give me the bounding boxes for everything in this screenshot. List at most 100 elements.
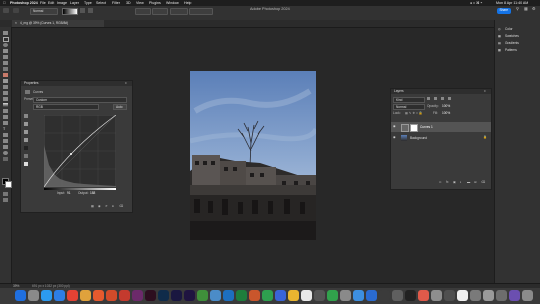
gradient-type-icon[interactable] [80, 8, 85, 13]
quick-mask-icon[interactable] [3, 192, 8, 196]
after-effects-icon[interactable] [171, 290, 182, 301]
vscode-icon[interactable] [54, 290, 65, 301]
firefox-icon[interactable] [106, 290, 117, 301]
opacity-control[interactable] [135, 8, 151, 15]
visibility-eye-icon[interactable]: ◉ [393, 135, 396, 139]
lock-icons[interactable]: ▦ ✎ ✥ □ 🔒 [405, 111, 423, 115]
lightroom-icon[interactable] [132, 290, 143, 301]
gradient-style-icon[interactable] [88, 8, 93, 13]
folder-icon[interactable] [483, 290, 494, 301]
layers-menu-icon[interactable]: ≡ [484, 89, 486, 93]
preview-icon[interactable] [431, 290, 442, 301]
app-icon-blue-2[interactable] [366, 290, 377, 301]
pen-tool-icon[interactable] [3, 121, 8, 125]
new-group-icon[interactable]: ▬ [467, 180, 470, 184]
menu-3d[interactable]: 3D [126, 1, 131, 5]
document-canvas[interactable] [190, 71, 316, 240]
menu-filter[interactable]: Filter [112, 1, 120, 5]
trash-icon[interactable] [522, 290, 533, 301]
rectangle-tool-icon[interactable] [3, 139, 8, 143]
app-icon-green[interactable] [197, 290, 208, 301]
output-value[interactable]: 188 [90, 191, 95, 195]
draw-curve-icon[interactable] [24, 130, 28, 134]
path-select-tool-icon[interactable] [3, 133, 8, 137]
menu-view[interactable]: View [136, 1, 144, 5]
app-icon-gray-2[interactable] [444, 290, 455, 301]
lasso-tool-icon[interactable] [3, 43, 8, 47]
black-point-eyedropper-icon[interactable] [24, 146, 28, 150]
preset-dropdown[interactable]: Custom [33, 97, 127, 103]
layer-row-background[interactable]: ◉ Background 🔒 [391, 133, 491, 143]
app-icon-dark[interactable] [314, 290, 325, 301]
properties-titlebar[interactable]: Properties ≡ [21, 81, 132, 86]
app-icon-black[interactable] [405, 290, 416, 301]
channel-dropdown[interactable]: RGB [33, 104, 99, 110]
smooth-curve-icon[interactable] [24, 138, 28, 142]
tab-close-icon[interactable]: × [15, 21, 17, 25]
notes-icon[interactable] [80, 290, 91, 301]
method-dropdown[interactable] [189, 8, 213, 15]
move-tool-icon[interactable] [3, 31, 8, 35]
gradient-tool-icon[interactable] [3, 103, 8, 107]
filezilla-icon[interactable] [93, 290, 104, 301]
view-previous-icon[interactable]: ◉ [98, 204, 101, 208]
share-button[interactable]: Share [497, 8, 511, 14]
blur-tool-icon[interactable] [3, 109, 8, 113]
layer-mask-thumbnail[interactable] [410, 124, 418, 132]
transparency-toggle[interactable] [170, 8, 188, 15]
on-image-adjust-icon[interactable] [24, 114, 28, 118]
curves-graph[interactable] [44, 115, 116, 187]
delete-icon[interactable]: ⌫ [119, 204, 124, 208]
settings-app-icon[interactable] [340, 290, 351, 301]
delete-layer-icon[interactable]: ⌫ [481, 180, 486, 184]
screen-mode-icon[interactable] [3, 198, 8, 202]
app-menu[interactable]: Photoshop 2024 [10, 1, 38, 5]
zoom-app-icon[interactable] [275, 290, 286, 301]
app-icon-gray[interactable] [392, 290, 403, 301]
menu-image[interactable]: Image [57, 1, 67, 5]
object-select-tool-icon[interactable] [3, 49, 8, 53]
tool-preset-icon[interactable] [13, 8, 19, 13]
auto-button[interactable]: Auto [113, 104, 127, 110]
menu-window[interactable]: Window [166, 1, 179, 5]
search-icon[interactable]: ⚲ [516, 7, 519, 12]
launchpad-icon[interactable] [28, 290, 39, 301]
photoshop-icon[interactable] [158, 290, 169, 301]
app-icon-red[interactable] [119, 290, 130, 301]
edit-points-icon[interactable] [24, 122, 28, 126]
calendar-icon[interactable] [301, 290, 312, 301]
more-tools-icon[interactable] [3, 157, 8, 161]
clip-to-layer-icon[interactable]: ▦ [91, 204, 94, 208]
premiere-icon[interactable] [184, 290, 195, 301]
app-icon-green-2[interactable] [262, 290, 273, 301]
eraser-tool-icon[interactable] [3, 97, 8, 101]
app-icon-yellow[interactable] [288, 290, 299, 301]
layer-filter-dropdown[interactable]: Kind [393, 97, 425, 103]
powerpoint-icon[interactable] [249, 290, 260, 301]
healing-brush-tool-icon[interactable] [3, 73, 8, 77]
new-layer-icon[interactable]: ⊞ [474, 180, 477, 184]
fill-value[interactable]: 100% [442, 111, 450, 115]
app-icon-gray-3[interactable] [496, 290, 507, 301]
menu-select[interactable]: Select [96, 1, 106, 5]
word-icon[interactable] [223, 290, 234, 301]
illustrator-icon[interactable] [145, 290, 156, 301]
menu-plugins[interactable]: Plugins [149, 1, 161, 5]
app-icon-purple[interactable] [509, 290, 520, 301]
type-tool-icon[interactable]: T [3, 127, 8, 131]
clone-stamp-tool-icon[interactable] [3, 85, 8, 89]
messages-icon[interactable] [327, 290, 338, 301]
background-color-swatch[interactable] [5, 181, 12, 188]
app-icon-red-2[interactable] [418, 290, 429, 301]
reset-icon[interactable]: ↺ [105, 204, 108, 208]
layers-titlebar[interactable]: Layers ≡ [391, 89, 491, 94]
menubar-status-icons[interactable]: ● □ ⌘ ◓ [470, 1, 482, 5]
menu-layer[interactable]: Layer [70, 1, 79, 5]
document-tab[interactable]: × 4_mg @ 39% (Curves 1, RGB/8#) [12, 20, 104, 27]
chrome-icon[interactable] [67, 290, 78, 301]
zoom-tool-icon[interactable] [3, 151, 8, 155]
app-store-icon[interactable] [353, 290, 364, 301]
menu-file[interactable]: File [40, 1, 46, 5]
add-mask-icon[interactable]: ▣ [453, 180, 456, 184]
safari-icon[interactable] [41, 290, 52, 301]
